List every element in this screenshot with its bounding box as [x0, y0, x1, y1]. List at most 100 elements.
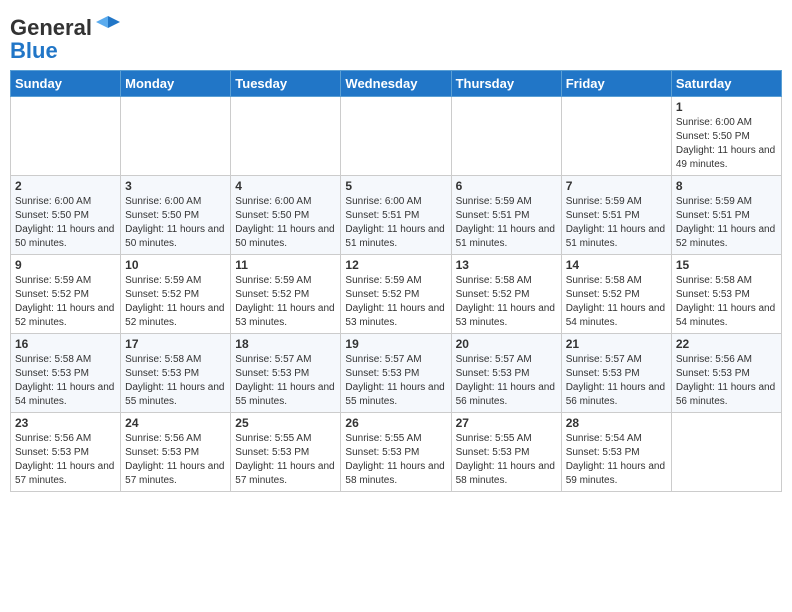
day-number: 13 [456, 258, 557, 272]
day-info: Sunrise: 5:59 AMSunset: 5:51 PMDaylight:… [566, 195, 667, 251]
day-number: 1 [676, 100, 777, 114]
day-info: Sunrise: 5:57 AMSunset: 5:53 PMDaylight:… [345, 353, 446, 409]
day-number: 25 [235, 416, 336, 430]
calendar-week-row: 9Sunrise: 5:59 AMSunset: 5:52 PMDaylight… [11, 255, 782, 334]
calendar-cell: 10 Sunrise: 5:59 AMSunset: 5:52 PMDayligh… [121, 255, 231, 334]
day-number: 5 [345, 179, 446, 193]
calendar-cell: 9Sunrise: 5:59 AMSunset: 5:52 PMDaylight… [11, 255, 121, 334]
day-number: 17 [125, 337, 226, 351]
day-number: 4 [235, 179, 336, 193]
day-number: 12 [345, 258, 446, 272]
day-info: Sunrise: 6:00 AMSunset: 5:50 PMDaylight:… [15, 195, 116, 251]
calendar-cell: 12 Sunrise: 5:59 AMSunset: 5:52 PMDayligh… [341, 255, 451, 334]
day-info: Sunrise: 5:56 AMSunset: 5:53 PMDaylight:… [125, 432, 226, 488]
day-info: Sunrise: 5:59 AMSunset: 5:51 PMDaylight:… [456, 195, 557, 251]
day-number: 3 [125, 179, 226, 193]
calendar-cell: 8 Sunrise: 5:59 AMSunset: 5:51 PMDaylight… [671, 176, 781, 255]
calendar-cell: 11 Sunrise: 5:59 AMSunset: 5:52 PMDayligh… [231, 255, 341, 334]
calendar-cell: 26 Sunrise: 5:55 AMSunset: 5:53 PMDayligh… [341, 413, 451, 492]
day-info: Sunrise: 5:58 AMSunset: 5:53 PMDaylight:… [15, 353, 116, 409]
day-info: Sunrise: 5:58 AMSunset: 5:52 PMDaylight:… [566, 274, 667, 330]
day-number: 11 [235, 258, 336, 272]
calendar-week-row: 16 Sunrise: 5:58 AMSunset: 5:53 PMDayligh… [11, 334, 782, 413]
day-number: 8 [676, 179, 777, 193]
day-info: Sunrise: 6:00 AMSunset: 5:50 PMDaylight:… [676, 116, 777, 172]
day-header-tuesday: Tuesday [231, 71, 341, 97]
calendar-cell: 5 Sunrise: 6:00 AMSunset: 5:51 PMDaylight… [341, 176, 451, 255]
day-header-saturday: Saturday [671, 71, 781, 97]
calendar-cell: 1 Sunrise: 6:00 AMSunset: 5:50 PMDaylight… [671, 97, 781, 176]
calendar-header-row: SundayMondayTuesdayWednesdayThursdayFrid… [11, 71, 782, 97]
day-info: Sunrise: 5:56 AMSunset: 5:53 PMDaylight:… [676, 353, 777, 409]
day-info: Sunrise: 6:00 AMSunset: 5:50 PMDaylight:… [125, 195, 226, 251]
day-info: Sunrise: 5:58 AMSunset: 5:52 PMDaylight:… [456, 274, 557, 330]
calendar-cell: 3 Sunrise: 6:00 AMSunset: 5:50 PMDaylight… [121, 176, 231, 255]
calendar-cell: 7 Sunrise: 5:59 AMSunset: 5:51 PMDaylight… [561, 176, 671, 255]
day-info: Sunrise: 5:59 AMSunset: 5:52 PMDaylight:… [235, 274, 336, 330]
day-number: 10 [125, 258, 226, 272]
calendar-cell: 21 Sunrise: 5:57 AMSunset: 5:53 PMDayligh… [561, 334, 671, 413]
calendar-cell: 18 Sunrise: 5:57 AMSunset: 5:53 PMDayligh… [231, 334, 341, 413]
calendar-cell: 24 Sunrise: 5:56 AMSunset: 5:53 PMDayligh… [121, 413, 231, 492]
day-number: 6 [456, 179, 557, 193]
calendar-cell: 25 Sunrise: 5:55 AMSunset: 5:53 PMDayligh… [231, 413, 341, 492]
day-number: 15 [676, 258, 777, 272]
day-info: Sunrise: 5:59 AMSunset: 5:51 PMDaylight:… [676, 195, 777, 251]
day-info: Sunrise: 5:54 AMSunset: 5:53 PMDaylight:… [566, 432, 667, 488]
logo-flag-icon [94, 14, 122, 42]
day-info: Sunrise: 5:57 AMSunset: 5:53 PMDaylight:… [235, 353, 336, 409]
day-number: 14 [566, 258, 667, 272]
calendar-cell: 15 Sunrise: 5:58 AMSunset: 5:53 PMDayligh… [671, 255, 781, 334]
day-info: Sunrise: 5:59 AMSunset: 5:52 PMDaylight:… [345, 274, 446, 330]
day-number: 16 [15, 337, 116, 351]
calendar-cell: 4 Sunrise: 6:00 AMSunset: 5:50 PMDaylight… [231, 176, 341, 255]
day-info: Sunrise: 5:57 AMSunset: 5:53 PMDaylight:… [456, 353, 557, 409]
calendar-week-row: 2 Sunrise: 6:00 AMSunset: 5:50 PMDaylight… [11, 176, 782, 255]
calendar-cell: 22 Sunrise: 5:56 AMSunset: 5:53 PMDayligh… [671, 334, 781, 413]
calendar-cell [231, 97, 341, 176]
calendar-table: SundayMondayTuesdayWednesdayThursdayFrid… [10, 70, 782, 492]
calendar-cell: 6 Sunrise: 5:59 AMSunset: 5:51 PMDaylight… [451, 176, 561, 255]
day-number: 21 [566, 337, 667, 351]
day-number: 19 [345, 337, 446, 351]
day-number: 23 [15, 416, 116, 430]
day-number: 18 [235, 337, 336, 351]
calendar-cell: 20 Sunrise: 5:57 AMSunset: 5:53 PMDayligh… [451, 334, 561, 413]
day-info: Sunrise: 5:59 AMSunset: 5:52 PMDaylight:… [125, 274, 226, 330]
calendar-cell: 19 Sunrise: 5:57 AMSunset: 5:53 PMDayligh… [341, 334, 451, 413]
calendar-cell [561, 97, 671, 176]
day-number: 26 [345, 416, 446, 430]
day-info: Sunrise: 5:59 AMSunset: 5:52 PMDaylight:… [15, 274, 116, 330]
calendar-cell: 14 Sunrise: 5:58 AMSunset: 5:52 PMDayligh… [561, 255, 671, 334]
day-info: Sunrise: 6:00 AMSunset: 5:51 PMDaylight:… [345, 195, 446, 251]
day-info: Sunrise: 5:58 AMSunset: 5:53 PMDaylight:… [676, 274, 777, 330]
calendar-week-row: 23 Sunrise: 5:56 AMSunset: 5:53 PMDayligh… [11, 413, 782, 492]
day-header-thursday: Thursday [451, 71, 561, 97]
calendar-cell [451, 97, 561, 176]
day-info: Sunrise: 5:55 AMSunset: 5:53 PMDaylight:… [235, 432, 336, 488]
day-number: 2 [15, 179, 116, 193]
logo: General Blue [10, 14, 122, 64]
calendar-cell [121, 97, 231, 176]
day-info: Sunrise: 5:55 AMSunset: 5:53 PMDaylight:… [456, 432, 557, 488]
day-info: Sunrise: 5:55 AMSunset: 5:53 PMDaylight:… [345, 432, 446, 488]
calendar-cell: 2 Sunrise: 6:00 AMSunset: 5:50 PMDaylight… [11, 176, 121, 255]
day-info: Sunrise: 6:00 AMSunset: 5:50 PMDaylight:… [235, 195, 336, 251]
day-info: Sunrise: 5:57 AMSunset: 5:53 PMDaylight:… [566, 353, 667, 409]
calendar-cell: 16 Sunrise: 5:58 AMSunset: 5:53 PMDayligh… [11, 334, 121, 413]
page-header: General Blue [10, 10, 782, 64]
day-number: 24 [125, 416, 226, 430]
day-header-friday: Friday [561, 71, 671, 97]
day-number: 28 [566, 416, 667, 430]
day-header-monday: Monday [121, 71, 231, 97]
day-info: Sunrise: 5:56 AMSunset: 5:53 PMDaylight:… [15, 432, 116, 488]
calendar-week-row: 1 Sunrise: 6:00 AMSunset: 5:50 PMDaylight… [11, 97, 782, 176]
day-number: 27 [456, 416, 557, 430]
calendar-cell [341, 97, 451, 176]
day-number: 22 [676, 337, 777, 351]
day-info: Sunrise: 5:58 AMSunset: 5:53 PMDaylight:… [125, 353, 226, 409]
day-header-wednesday: Wednesday [341, 71, 451, 97]
day-number: 7 [566, 179, 667, 193]
calendar-cell: 23 Sunrise: 5:56 AMSunset: 5:53 PMDayligh… [11, 413, 121, 492]
day-number: 20 [456, 337, 557, 351]
